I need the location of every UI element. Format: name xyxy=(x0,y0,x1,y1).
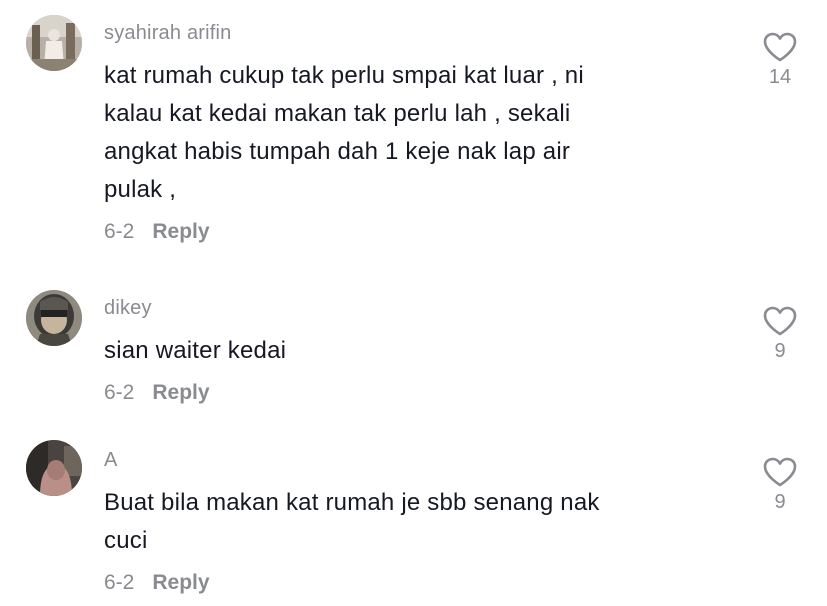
avatar-image xyxy=(26,290,82,346)
reply-button[interactable]: Reply xyxy=(152,220,209,244)
comment-body: A Buat bila makan kat rumah je sbb senan… xyxy=(104,448,704,600)
like-control[interactable]: 9 xyxy=(760,305,800,363)
reply-button[interactable]: Reply xyxy=(152,381,209,405)
comment-date: 6-2 xyxy=(104,381,135,404)
comment-date: 6-2 xyxy=(104,571,135,594)
heart-outline-icon[interactable] xyxy=(762,31,798,63)
comment-meta: 6-2 Reply xyxy=(104,215,704,249)
comment-username[interactable]: syahirah arifin xyxy=(104,21,704,45)
comment-text: Buat bila makan kat rumah je sbb senang … xyxy=(104,489,600,554)
comment-text: sian waiter kedai xyxy=(104,337,287,364)
comment-date: 6-2 xyxy=(104,220,135,243)
like-count: 9 xyxy=(774,340,786,362)
heart-outline-icon[interactable] xyxy=(762,305,798,337)
avatar[interactable] xyxy=(26,440,82,496)
avatar-image xyxy=(26,15,82,71)
comment-username[interactable]: A xyxy=(104,448,704,472)
heart-outline-icon[interactable] xyxy=(762,456,798,488)
reply-button[interactable]: Reply xyxy=(152,571,209,595)
comment-meta: 6-2 Reply xyxy=(104,376,704,410)
like-control[interactable]: 14 xyxy=(760,31,800,89)
comment-body: dikey sian waiter kedai 6-2 Reply xyxy=(104,296,704,410)
avatar-image xyxy=(26,440,82,496)
avatar[interactable] xyxy=(26,15,82,71)
comment-username[interactable]: dikey xyxy=(104,296,704,320)
avatar[interactable] xyxy=(26,290,82,346)
comment-text: kat rumah cukup tak perlu smpai kat luar… xyxy=(104,62,584,203)
like-count: 9 xyxy=(774,491,786,513)
like-control[interactable]: 9 xyxy=(760,456,800,514)
like-count: 14 xyxy=(768,66,792,88)
comment-body: syahirah arifin kat rumah cukup tak perl… xyxy=(104,21,704,249)
comment-meta: 6-2 Reply xyxy=(104,566,704,600)
